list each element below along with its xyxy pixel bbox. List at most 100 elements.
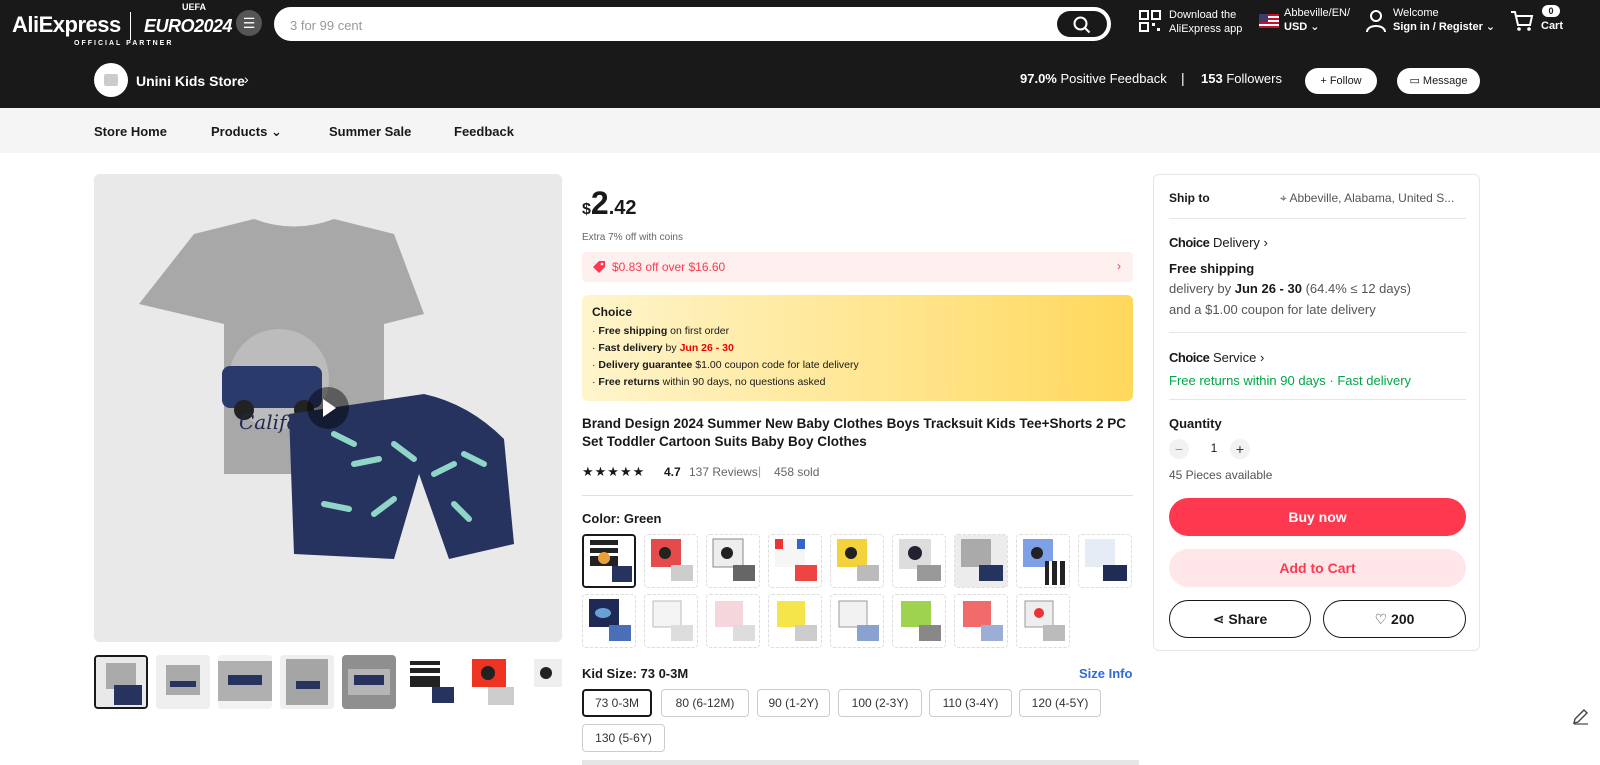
late-delivery-coupon: and a $1.00 coupon for late delivery bbox=[1169, 302, 1376, 317]
color-swatch[interactable] bbox=[954, 534, 1008, 588]
color-swatch[interactable] bbox=[706, 594, 760, 648]
coupon-banner[interactable]: $0.83 off over $16.60 › bbox=[582, 252, 1133, 282]
size-option[interactable]: 110 (3-4Y) bbox=[929, 689, 1012, 717]
thumbnail[interactable] bbox=[404, 655, 458, 709]
color-swatch[interactable] bbox=[582, 594, 636, 648]
color-swatch[interactable] bbox=[1016, 594, 1070, 648]
search-input[interactable] bbox=[290, 15, 1030, 35]
store-avatar[interactable] bbox=[94, 63, 128, 97]
download-app-text: Download the AliExpress app bbox=[1169, 9, 1243, 35]
cart-button[interactable]: 0 Cart bbox=[1510, 5, 1570, 37]
nav-feedback[interactable]: Feedback bbox=[454, 124, 514, 139]
color-swatch[interactable] bbox=[582, 534, 636, 588]
thumbnail[interactable] bbox=[528, 655, 562, 709]
cart-count-badge: 0 bbox=[1542, 5, 1560, 17]
search-button[interactable] bbox=[1057, 11, 1107, 37]
location-language: Abbeville/EN/ bbox=[1284, 7, 1351, 19]
quantity-label: Quantity bbox=[1169, 416, 1222, 431]
color-swatch[interactable] bbox=[830, 594, 884, 648]
thumbnail[interactable] bbox=[342, 655, 396, 709]
cart-label: Cart bbox=[1541, 20, 1564, 32]
coins-note: Extra 7% off with coins bbox=[582, 232, 683, 243]
euro-logo-text: EURO2024 bbox=[144, 16, 233, 36]
us-flag-icon bbox=[1259, 14, 1279, 28]
search-bar bbox=[274, 7, 1111, 41]
share-button[interactable]: ⋖ Share bbox=[1169, 600, 1311, 638]
purchase-panel: Ship to ⌖ Abbeville, Alabama, United S..… bbox=[1153, 174, 1480, 651]
add-to-cart-button[interactable]: Add to Cart bbox=[1169, 549, 1466, 587]
signin-register-link[interactable]: Sign in / Register ⌄ bbox=[1393, 20, 1495, 34]
color-swatch[interactable] bbox=[830, 534, 884, 588]
choice-delivery-link[interactable]: Choice Delivery › bbox=[1169, 235, 1268, 250]
color-swatch[interactable] bbox=[1078, 534, 1132, 588]
divider bbox=[582, 760, 1139, 765]
thumbnail[interactable] bbox=[280, 655, 334, 709]
color-swatch[interactable] bbox=[644, 594, 698, 648]
choice-benefit: · Delivery guarantee $1.00 coupon code f… bbox=[592, 359, 859, 371]
product-title: Brand Design 2024 Summer New Baby Clothe… bbox=[582, 416, 1127, 449]
choice-service-link[interactable]: Choice Service › bbox=[1169, 350, 1264, 365]
currency-label: USD ⌄ bbox=[1284, 21, 1320, 33]
price: $2.42 bbox=[582, 185, 637, 221]
color-swatch[interactable] bbox=[768, 594, 822, 648]
store-header: Unini Kids Store › 97.0% Positive Feedba… bbox=[0, 58, 1600, 108]
size-option[interactable]: 120 (4-5Y) bbox=[1019, 689, 1101, 717]
location-pin-icon: ⌖ bbox=[1280, 191, 1287, 205]
choice-benefit: · Free returns within 90 days, no questi… bbox=[592, 376, 826, 388]
size-option[interactable]: 130 (5-6Y) bbox=[582, 724, 665, 752]
color-swatch[interactable] bbox=[892, 594, 946, 648]
thumbnail[interactable] bbox=[156, 655, 210, 709]
follow-button[interactable]: + Follow bbox=[1305, 68, 1377, 94]
share-icon: ⋖ bbox=[1212, 611, 1225, 627]
color-swatch[interactable] bbox=[954, 594, 1008, 648]
divider bbox=[582, 495, 1133, 496]
color-swatch[interactable] bbox=[892, 534, 946, 588]
account-menu[interactable]: Welcome Sign in / Register ⌄ bbox=[1365, 6, 1495, 36]
size-option[interactable]: 73 0-3M bbox=[582, 689, 652, 717]
quantity-value[interactable]: 1 bbox=[1204, 441, 1224, 455]
chevron-right-icon: › bbox=[1117, 259, 1121, 273]
user-icon bbox=[1366, 10, 1386, 33]
thumbnail[interactable] bbox=[94, 655, 148, 709]
heart-icon: ♡ bbox=[1374, 611, 1388, 627]
quantity-increase-button[interactable]: + bbox=[1230, 439, 1250, 459]
wishlist-button[interactable]: ♡ 200 bbox=[1323, 600, 1466, 638]
chevron-right-icon: › bbox=[1259, 350, 1265, 365]
size-option[interactable]: 80 (6-12M) bbox=[661, 689, 749, 717]
ship-location-selector[interactable]: ⌖ Abbeville, Alabama, United S... bbox=[1280, 191, 1454, 206]
store-name-link[interactable]: Unini Kids Store bbox=[136, 73, 245, 89]
size-option[interactable]: 100 (2-3Y) bbox=[838, 689, 922, 717]
language-currency-selector[interactable]: Abbeville/EN/ USD ⌄ bbox=[1259, 6, 1359, 36]
play-video-icon[interactable] bbox=[307, 387, 349, 429]
buy-now-button[interactable]: Buy now bbox=[1169, 498, 1466, 536]
chevron-right-icon: › bbox=[1263, 235, 1268, 250]
nav-summer-sale[interactable]: Summer Sale bbox=[329, 124, 411, 139]
sold-count: 458 sold bbox=[774, 465, 820, 479]
hamburger-menu-icon[interactable]: ☰ bbox=[236, 10, 262, 36]
thumbnail-strip bbox=[94, 655, 562, 709]
size-option[interactable]: 90 (1-2Y) bbox=[757, 689, 830, 717]
logo-divider bbox=[130, 12, 131, 40]
choice-benefits: Choice · Free shipping on first order · … bbox=[582, 295, 1133, 401]
edit-icon[interactable] bbox=[1571, 706, 1591, 726]
thumbnail[interactable] bbox=[466, 655, 520, 709]
color-swatch[interactable] bbox=[1016, 534, 1070, 588]
color-swatch[interactable] bbox=[706, 534, 760, 588]
thumbnail[interactable] bbox=[218, 655, 272, 709]
chevron-right-icon[interactable]: › bbox=[244, 71, 249, 87]
nav-store-home[interactable]: Store Home bbox=[94, 124, 167, 139]
cart-icon bbox=[1511, 11, 1534, 31]
logo[interactable]: AliExpress UEFA EURO2024 OFFICIAL PARTNE… bbox=[12, 2, 237, 48]
chevron-down-icon: ⌄ bbox=[270, 124, 282, 139]
main-product-image[interactable]: California bbox=[94, 174, 562, 642]
message-icon: ▭ bbox=[1409, 75, 1420, 87]
color-swatch[interactable] bbox=[644, 534, 698, 588]
reviews-link[interactable]: 137 Reviews bbox=[689, 465, 758, 479]
divider bbox=[1169, 218, 1466, 219]
message-button[interactable]: ▭ Message bbox=[1397, 68, 1480, 94]
nav-products[interactable]: Products ⌄ bbox=[211, 124, 282, 140]
download-app-link[interactable]: Download the AliExpress app bbox=[1139, 7, 1249, 37]
color-swatch[interactable] bbox=[768, 534, 822, 588]
quantity-decrease-button[interactable]: − bbox=[1169, 439, 1189, 459]
size-info-link[interactable]: Size Info bbox=[1079, 666, 1132, 681]
